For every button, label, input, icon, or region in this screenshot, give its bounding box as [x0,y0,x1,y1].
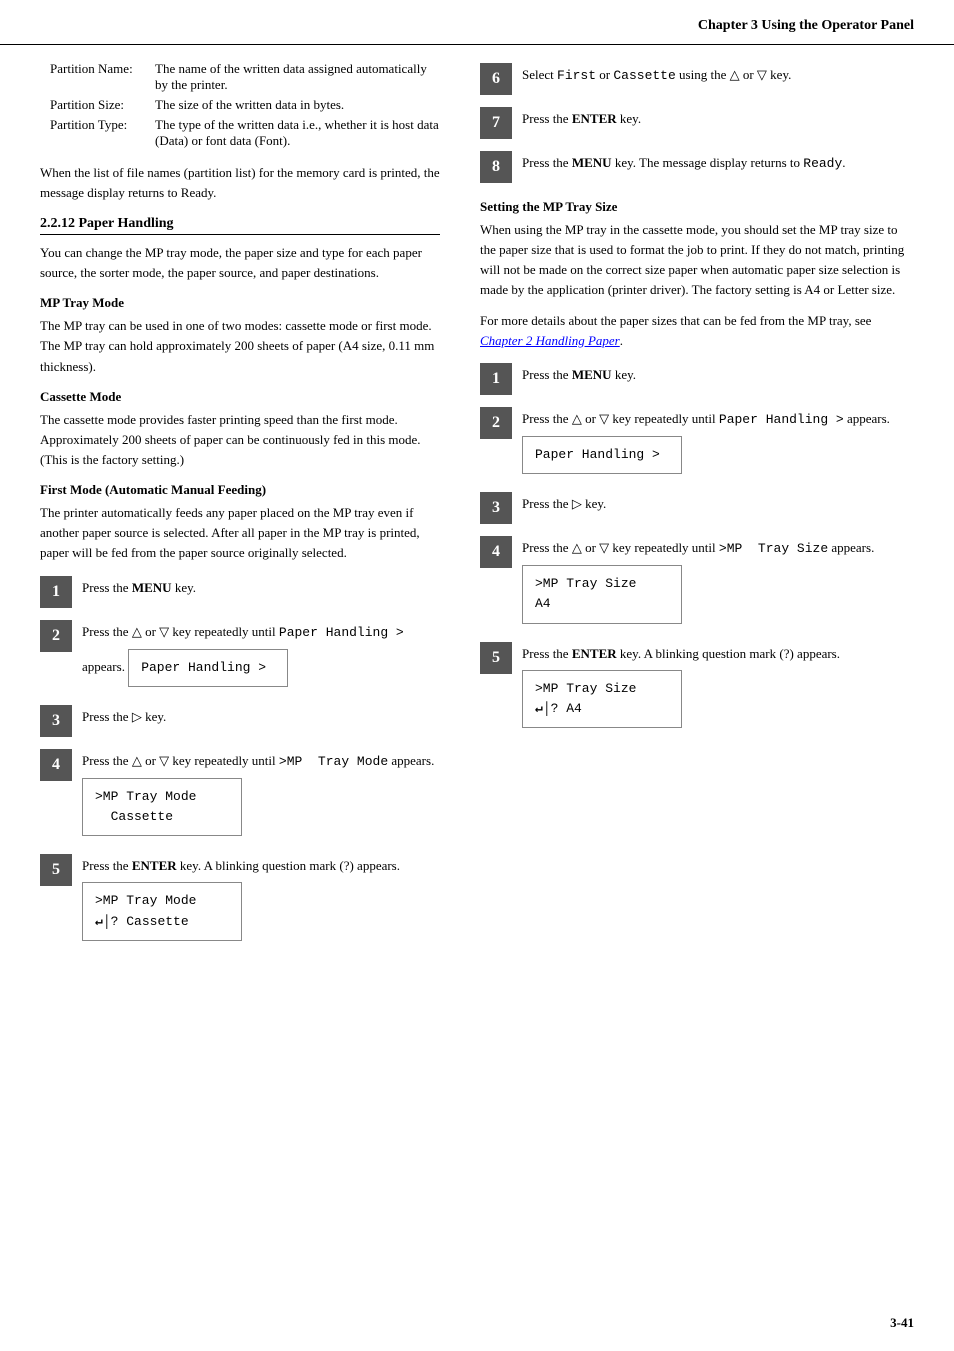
page-number: 3-41 [890,1315,914,1331]
right2-step-5: 5 Press the ENTER key. A blinking questi… [480,640,914,734]
left-step-1-text: Press the MENU key. [82,574,440,598]
first-mode-body: The printer automatically feeds any pape… [40,503,440,563]
right2-step-2-text: Press the △ or ▽ key repeatedly until Pa… [522,405,914,480]
right2-step-5-number: 5 [480,642,512,674]
right-lcd-5: >MP Tray Size ↵│? A4 [522,670,682,728]
partition-name-label: Partition Name: [50,61,155,93]
right-step-8-number: 8 [480,151,512,183]
section-2212-body: You can change the MP tray mode, the pap… [40,243,440,283]
right2-step-5-text: Press the ENTER key. A blinking question… [522,640,914,734]
partition-name-value: The name of the written data assigned au… [155,61,440,93]
partition-type-value: The type of the written data i.e., wheth… [155,117,440,149]
right-lcd-2-line1: Paper Handling > [535,445,669,465]
right2-step-3: 3 Press the ▷ key. [480,490,914,524]
right2-step-3-number: 3 [480,492,512,524]
partition-size-row: Partition Size: The size of the written … [50,97,440,113]
right-lcd-2: Paper Handling > [522,436,682,474]
setting-mp-tray-title: Setting the MP Tray Size [480,199,914,215]
partition-name-row: Partition Name: The name of the written … [50,61,440,93]
right-step-7: 7 Press the ENTER key. [480,105,914,139]
right-step-7-number: 7 [480,107,512,139]
right-step-8: 8 Press the MENU key. The message displa… [480,149,914,183]
right-lcd-5-cursor: ↵│ [535,701,551,716]
partition-size-value: The size of the written data in bytes. [155,97,440,113]
chapter2-link[interactable]: Chapter 2 Handling Paper [480,333,620,348]
setting-mp-body1: When using the MP tray in the cassette m… [480,220,914,301]
page: Chapter 3 Using the Operator Panel Parti… [0,0,954,1351]
left-step-3-number: 3 [40,705,72,737]
chapter-header: Chapter 3 Using the Operator Panel [0,0,954,45]
left-lcd-5-line1: >MP Tray Mode [95,891,229,911]
cassette-mode-body: The cassette mode provides faster printi… [40,410,440,470]
right-step-7-text: Press the ENTER key. [522,105,914,129]
right-step-8-text: Press the MENU key. The message display … [522,149,914,174]
left-lcd-5: >MP Tray Mode ↵│? Cassette [82,882,242,940]
right-lcd-4-line1: >MP Tray Size [535,574,669,594]
partition-size-label: Partition Size: [50,97,155,113]
right-lcd-4: >MP Tray Size A4 [522,565,682,623]
left-step-5-text: Press the ENTER key. A blinking question… [82,852,440,946]
right2-step-1-text: Press the MENU key. [522,361,914,385]
right2-step-4-number: 4 [480,536,512,568]
left-lcd-5-line2: ↵│? Cassette [95,912,229,932]
right-step-6-text: Select First or Cassette using the △ or … [522,61,914,86]
first-mode-title: First Mode (Automatic Manual Feeding) [40,482,440,498]
right-step-6-number: 6 [480,63,512,95]
right2-step-4-text: Press the △ or ▽ key repeatedly until >M… [522,534,914,629]
right2-step-1: 1 Press the MENU key. [480,361,914,395]
left-step-2-text: Press the △ or ▽ key repeatedly until Pa… [82,618,440,693]
left-lcd-2: Paper Handling > [128,649,288,687]
left-lcd-2-line1: Paper Handling > [141,658,275,678]
right2-step-2: 2 Press the △ or ▽ key repeatedly until … [480,405,914,480]
right2-step-1-number: 1 [480,363,512,395]
setting-mp-body2-text: For more details about the paper sizes t… [480,313,871,328]
left-lcd-5-cursor: ↵│ [95,914,111,929]
section-2212-title: 2.2.12 Paper Handling [40,216,440,235]
left-step-5: 5 Press the ENTER key. A blinking questi… [40,852,440,946]
left-step-4: 4 Press the △ or ▽ key repeatedly until … [40,747,440,842]
setting-mp-body2-end: . [620,333,623,348]
chapter-title: Chapter 3 Using the Operator Panel [698,18,914,33]
left-lcd-4-line1: >MP Tray Mode [95,787,229,807]
partition-type-label: Partition Type: [50,117,155,149]
right2-step-3-text: Press the ▷ key. [522,490,914,514]
cassette-mode-title: Cassette Mode [40,389,440,405]
setting-mp-body2: For more details about the paper sizes t… [480,311,914,351]
right-lcd-5-line1: >MP Tray Size [535,679,669,699]
right-lcd-4-line2: A4 [535,594,669,614]
left-step-3: 3 Press the ▷ key. [40,703,440,737]
left-step-2-number: 2 [40,620,72,652]
left-step-4-number: 4 [40,749,72,781]
left-step-1-number: 1 [40,576,72,608]
mp-tray-body: The MP tray can be used in one of two mo… [40,316,440,376]
left-column: Partition Name: The name of the written … [0,45,460,973]
right-lcd-5-line2: ↵│? A4 [535,699,669,719]
left-lcd-4: >MP Tray Mode Cassette [82,778,242,836]
left-step-1: 1 Press the MENU key. [40,574,440,608]
left-step-5-number: 5 [40,854,72,886]
left-lcd-4-line2: Cassette [95,807,229,827]
right-step-6: 6 Select First or Cassette using the △ o… [480,61,914,95]
right2-step-4: 4 Press the △ or ▽ key repeatedly until … [480,534,914,629]
mp-tray-title: MP Tray Mode [40,295,440,311]
left-step-3-text: Press the ▷ key. [82,703,440,727]
right-column: 6 Select First or Cassette using the △ o… [460,45,954,973]
left-step-2: 2 Press the △ or ▽ key repeatedly until … [40,618,440,693]
partition-table: Partition Name: The name of the written … [50,61,440,149]
left-step-4-text: Press the △ or ▽ key repeatedly until >M… [82,747,440,842]
when-list-text: When the list of file names (partition l… [40,163,440,202]
right2-step-2-number: 2 [480,407,512,439]
partition-type-row: Partition Type: The type of the written … [50,117,440,149]
